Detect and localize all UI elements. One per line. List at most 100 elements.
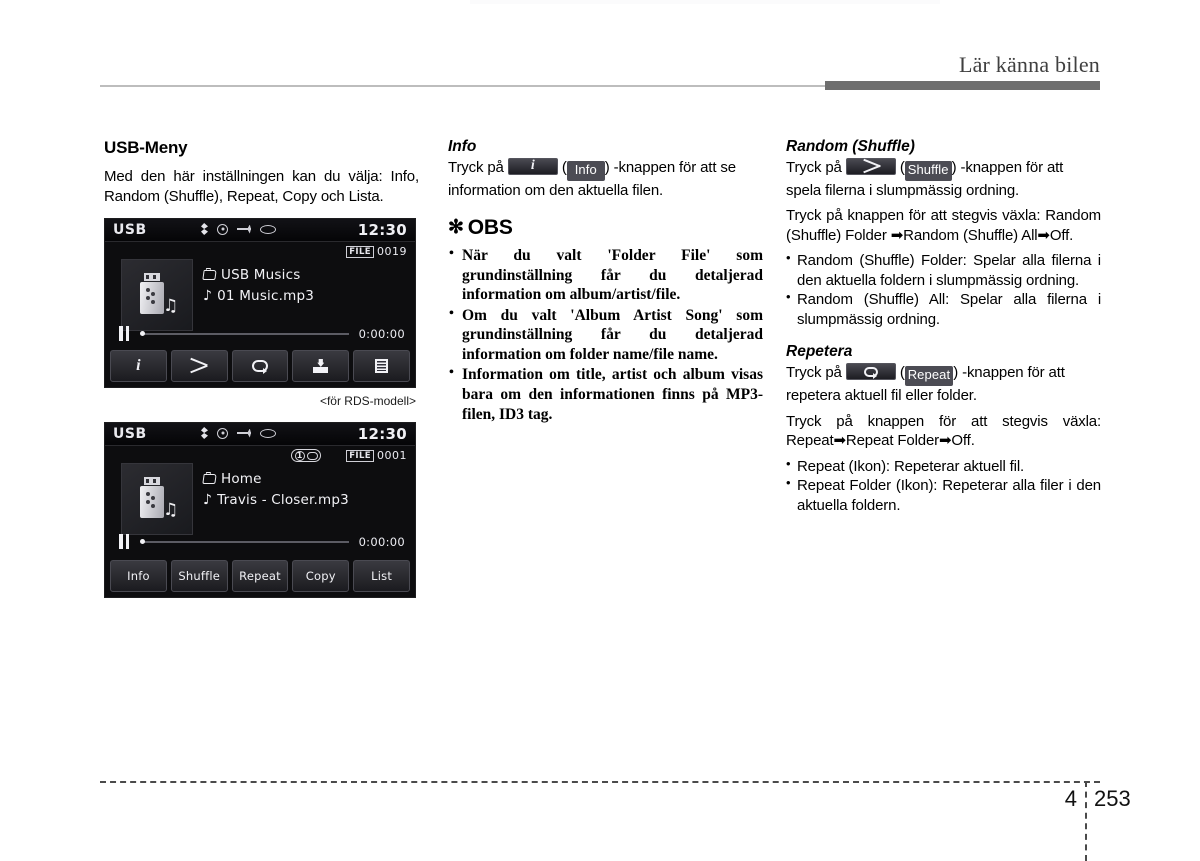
file-label: FILE: [346, 449, 374, 462]
list-button[interactable]: List: [353, 560, 410, 592]
music-note-icon: ♫: [163, 296, 179, 316]
aux-oval-icon: [260, 428, 276, 438]
shuffle-text-pill: Shuffle: [904, 161, 952, 181]
copy-button[interactable]: Copy: [292, 560, 350, 592]
screen-status-bar: USB 12:30: [105, 219, 415, 242]
list-button-label: List: [371, 569, 393, 583]
now-playing-info: Home ♪ Travis - Closer.mp3: [202, 471, 349, 513]
usb-screen-rds: USB 12:30 FILE 0019 ♫ USB Musics ♪ 01 Mu…: [104, 218, 416, 388]
bluetooth-icon: [201, 223, 208, 235]
file-label: FILE: [346, 245, 374, 258]
album-art-placeholder: ♫: [121, 463, 193, 535]
list-button[interactable]: [353, 350, 410, 382]
shuffle-button-label: Shuffle: [178, 569, 221, 583]
usb-icon: [237, 225, 251, 234]
list-item: Random (Shuffle) Folder: Spelar alla fil…: [786, 250, 1101, 290]
screen-status-bar: USB 12:30: [105, 423, 415, 446]
info-button[interactable]: Info: [110, 560, 167, 592]
info-button[interactable]: i: [110, 350, 167, 382]
folder-icon: [202, 270, 217, 280]
screen-status-icons: [201, 427, 276, 439]
repeat-list: Repeat (Ikon): Repeterar aktuell fil. Re…: [786, 456, 1101, 516]
paren-open: (: [561, 159, 567, 176]
list-item: Repeat (Ikon): Repeterar aktuell fil.: [786, 456, 1101, 477]
file-indicator: FILE 0001: [346, 449, 407, 462]
paren-close: ): [604, 159, 610, 176]
track-line: ♪ 01 Music.mp3: [203, 288, 314, 304]
repeat-icon-pill: [845, 363, 896, 381]
copy-button[interactable]: [292, 350, 350, 382]
column-right: Random (Shuffle) Tryck på (Shuffle) -kna…: [786, 138, 1101, 515]
paren-open: (: [899, 159, 905, 176]
screen-source-label: USB: [113, 426, 147, 442]
track-name: Travis - Closer.mp3: [217, 492, 349, 508]
music-note-icon: ♫: [163, 500, 179, 520]
elapsed-time: 0:00:00: [358, 534, 405, 549]
pause-icon: [119, 326, 130, 341]
info-paragraph: Tryck på i (Info) -knappen för att se in…: [448, 158, 763, 200]
repeat-cycle-paragraph: Tryck på knappen för att stegvis växla: …: [786, 412, 1101, 450]
paren-open: (: [899, 364, 905, 382]
shuffle-button[interactable]: [170, 350, 228, 382]
usb-stick-icon: ♫: [136, 273, 178, 317]
paren-close: ): [953, 364, 959, 382]
list-item: Information om title, artist och album v…: [448, 364, 763, 424]
playback-progress: 0:00:00: [119, 326, 405, 341]
page-number: 253: [1094, 786, 1131, 811]
note-icon: ♪: [203, 492, 213, 508]
folder-line: USB Musics: [202, 267, 314, 283]
repeat-text-pill: Repeat: [904, 366, 954, 387]
shuffle-button[interactable]: Shuffle: [170, 560, 228, 592]
folder-line: Home: [202, 471, 349, 487]
column-left: USB-Meny Med den här inställningen kan d…: [104, 138, 419, 598]
chapter-number: 4: [1064, 786, 1077, 811]
repeat-button-label: Repeat: [239, 569, 281, 583]
obs-list: När du valt 'Folder File' som grundinstä…: [448, 245, 763, 424]
album-art-placeholder: ♫: [121, 259, 193, 331]
random-pre-text: Tryck på: [786, 159, 842, 176]
section-heading-repeat: Repetera: [786, 343, 853, 361]
paren-close: ): [951, 159, 957, 176]
repeat-button[interactable]: [231, 350, 289, 382]
list-item: Repeat Folder (Ikon): Repeterar alla fil…: [786, 475, 1101, 515]
screen-clock: 12:30: [357, 221, 407, 239]
file-number: 0019: [377, 245, 407, 258]
repeat-pre-text: Tryck på: [786, 364, 842, 382]
header-rule-accent: [825, 81, 1100, 90]
track-name: 01 Music.mp3: [217, 288, 315, 304]
playback-progress: 0:00:00: [119, 534, 405, 549]
folder-name: USB Musics: [221, 267, 301, 283]
repeat-one-number: 1: [294, 450, 305, 461]
screen-button-row: Info Shuffle Repeat Copy List: [110, 560, 410, 592]
disc-icon: [217, 427, 228, 439]
info-pre-text: Tryck på: [448, 159, 504, 176]
obs-heading: ✻ OBS: [448, 216, 763, 240]
section-heading-info: Info: [448, 138, 477, 155]
folder-icon: [202, 474, 217, 484]
info-text-pill: Info: [566, 161, 605, 181]
screen-button-row: i: [110, 350, 410, 382]
info-button-label: Info: [127, 569, 150, 583]
progress-bar[interactable]: [140, 330, 349, 336]
track-line: ♪ Travis - Closer.mp3: [203, 492, 349, 508]
folder-name: Home: [221, 471, 262, 487]
asterisk-icon: ✻: [448, 217, 464, 239]
copy-button-label: Copy: [305, 569, 336, 583]
usb-stick-icon: ♫: [136, 477, 178, 521]
section-heading-usb-menu: USB-Meny: [104, 138, 188, 157]
list-item: Om du valt 'Album Artist Song' som grund…: [448, 305, 763, 365]
usb-icon: [237, 429, 251, 438]
shuffle-icon-pill: [845, 158, 896, 175]
aux-oval-icon: [260, 224, 276, 234]
footer-divider: [1085, 781, 1087, 861]
progress-bar[interactable]: [140, 538, 349, 544]
pause-icon: [119, 534, 130, 549]
note-icon: ♪: [203, 288, 213, 304]
repeat-button[interactable]: Repeat: [231, 560, 289, 592]
screen1-caption: <för RDS-modell>: [319, 394, 416, 408]
file-number: 0001: [377, 449, 407, 462]
list-item: Random (Shuffle) All: Spelar alla filern…: [786, 289, 1101, 329]
random-paragraph: Tryck på (Shuffle) -knappen för att spel…: [786, 158, 1101, 200]
now-playing-info: USB Musics ♪ 01 Music.mp3: [202, 267, 314, 309]
section-heading-random: Random (Shuffle): [786, 138, 915, 155]
